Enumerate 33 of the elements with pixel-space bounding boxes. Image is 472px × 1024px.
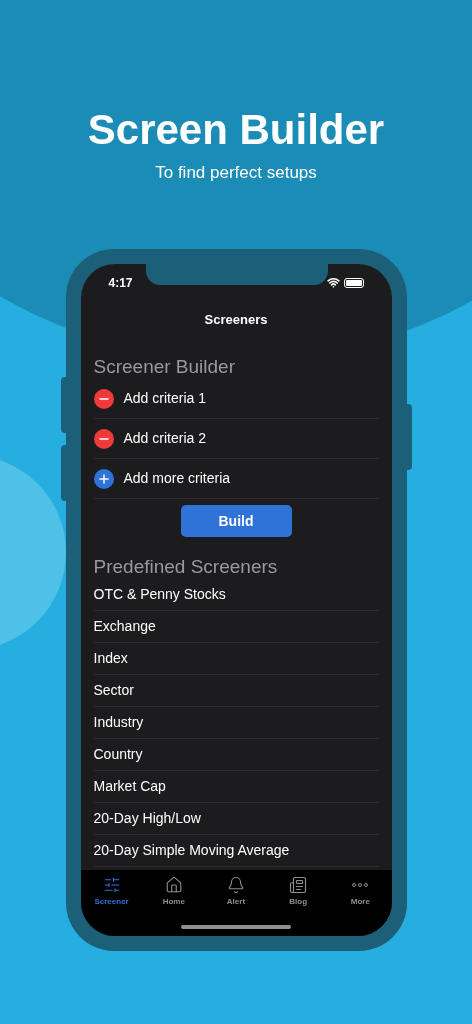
add-icon[interactable] bbox=[93, 468, 114, 489]
hero-title: Screen Builder bbox=[87, 105, 385, 155]
screener-item[interactable]: Market Cap bbox=[93, 771, 379, 803]
nav-title: Screeners bbox=[203, 310, 269, 329]
screener-item[interactable]: Industry bbox=[93, 707, 379, 739]
tab[interactable]: Blog bbox=[270, 875, 327, 908]
remove-icon[interactable] bbox=[93, 388, 114, 409]
tab[interactable]: Home bbox=[145, 875, 202, 908]
tab[interactable]: Screener bbox=[83, 875, 140, 908]
wifi-icon bbox=[326, 276, 340, 289]
screener-item[interactable]: 20-Day High/Low bbox=[93, 803, 379, 835]
tab[interactable]: More bbox=[332, 875, 389, 908]
tab[interactable]: Alert bbox=[207, 875, 264, 908]
criteria-label[interactable]: Add criteria 2 bbox=[123, 428, 206, 449]
build-button[interactable]: Build bbox=[180, 505, 292, 537]
newspaper-icon bbox=[289, 875, 308, 894]
criteria-label[interactable]: Add criteria 1 bbox=[123, 388, 206, 409]
section-header: Predefined Screeners bbox=[93, 555, 279, 579]
hero-subtitle: To find perfect setups bbox=[155, 162, 317, 184]
section-header: Screener Builder bbox=[93, 355, 237, 379]
screener-item[interactable]: 20-Day Simple Moving Average bbox=[93, 835, 379, 867]
status-time: 4:17 bbox=[108, 274, 133, 292]
battery-icon bbox=[343, 277, 364, 288]
screener-item[interactable]: OTC & Penny Stocks bbox=[93, 579, 379, 611]
criteria-label[interactable]: Add more criteria bbox=[123, 468, 231, 489]
bell-icon bbox=[226, 875, 245, 894]
screener-item[interactable]: Exchange bbox=[93, 611, 379, 643]
screener-item[interactable]: Country bbox=[93, 739, 379, 771]
house-icon bbox=[164, 875, 183, 894]
screener-item[interactable]: Sector bbox=[93, 675, 379, 707]
screener-item[interactable]: Index bbox=[93, 643, 379, 675]
remove-icon[interactable] bbox=[93, 428, 114, 449]
sliders-icon bbox=[102, 875, 121, 894]
